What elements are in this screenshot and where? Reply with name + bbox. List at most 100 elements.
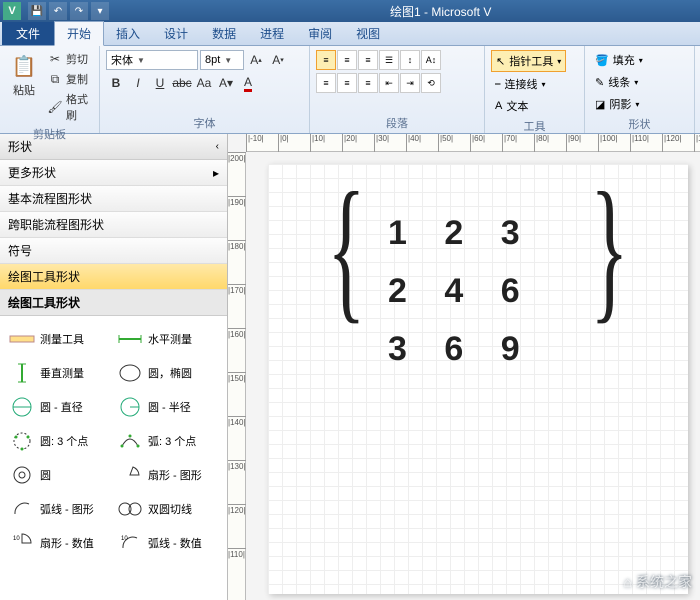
shape-vertical-measure[interactable]: 垂直测量 bbox=[4, 356, 112, 390]
cut-button[interactable]: ✂剪切 bbox=[46, 50, 93, 68]
line-button[interactable]: ✎线条▾ bbox=[591, 72, 647, 92]
text-direction-button[interactable]: A↕ bbox=[421, 50, 441, 70]
align-right-button[interactable]: ≡ bbox=[358, 73, 378, 93]
align-top-right-button[interactable]: ≡ bbox=[358, 50, 378, 70]
tab-file[interactable]: 文件 bbox=[2, 22, 54, 45]
chevron-left-icon[interactable]: ‹ bbox=[216, 141, 219, 152]
group-label-clipboard: 剪贴板 bbox=[6, 124, 93, 142]
save-icon[interactable]: 💾 bbox=[28, 2, 46, 20]
shape-ellipse[interactable]: 圆，椭圆 bbox=[112, 356, 220, 390]
ruler-vertical: |200||190||180||170||160||150||140||130|… bbox=[228, 152, 246, 600]
shape-sector-value[interactable]: 10扇形 - 数值 bbox=[4, 526, 112, 560]
textbox-button[interactable]: A文本 bbox=[491, 96, 566, 116]
chevron-down-icon: ▾ bbox=[634, 78, 638, 87]
font-size-button[interactable]: A▾ bbox=[216, 73, 236, 93]
align-left-button[interactable]: ≡ bbox=[316, 73, 336, 93]
shape-circle-diameter[interactable]: 圆 - 直径 bbox=[4, 390, 112, 424]
copy-button[interactable]: ⧉复制 bbox=[46, 70, 93, 88]
shapes-cat-more[interactable]: 更多形状▸ bbox=[0, 160, 227, 186]
align-top-center-button[interactable]: ≡ bbox=[337, 50, 357, 70]
chevron-down-icon: ▾ bbox=[635, 100, 639, 109]
shapes-cat-symbols[interactable]: 符号 bbox=[0, 238, 227, 264]
tab-insert[interactable]: 插入 bbox=[104, 22, 152, 45]
pen-icon: ✎ bbox=[595, 76, 604, 89]
shape-arc-value[interactable]: 10弧线 - 数值 bbox=[112, 526, 220, 560]
circle-3pt-icon bbox=[8, 430, 36, 452]
bullets-button[interactable]: ☰ bbox=[379, 50, 399, 70]
svg-text:10: 10 bbox=[121, 536, 128, 542]
group-label-font: 字体 bbox=[106, 113, 303, 131]
vertical-ruler-icon bbox=[8, 362, 36, 384]
shape-circle[interactable]: 圆 bbox=[4, 458, 112, 492]
double-circle-icon bbox=[116, 498, 144, 520]
strikethrough-button[interactable]: abc bbox=[172, 73, 192, 93]
shape-tangent-circles[interactable]: 双圆切线 bbox=[112, 492, 220, 526]
ruler-icon bbox=[8, 328, 36, 350]
pointer-tool-button[interactable]: ↖指针工具▾ bbox=[491, 50, 566, 72]
tab-view[interactable]: 视图 bbox=[344, 22, 392, 45]
shape-circle-3points[interactable]: 圆: 3 个点 bbox=[4, 424, 112, 458]
tab-design[interactable]: 设计 bbox=[152, 22, 200, 45]
align-top-left-button[interactable]: ≡ bbox=[316, 50, 336, 70]
line-spacing-button[interactable]: ↕ bbox=[400, 50, 420, 70]
connector-icon: ⎯ bbox=[495, 78, 501, 91]
shadow-button[interactable]: ◪阴影▾ bbox=[591, 94, 647, 114]
shadow-icon: ◪ bbox=[595, 98, 605, 111]
canvas-area[interactable]: |-10||0||10||20||30||40||50||60||70||80|… bbox=[228, 134, 700, 600]
watermark: ⌂ 系统之家 bbox=[624, 572, 692, 592]
bold-button[interactable]: B bbox=[106, 73, 126, 93]
font-family-combo[interactable]: 宋体▼ bbox=[106, 50, 198, 70]
format-painter-button[interactable]: 🖌格式刷 bbox=[46, 90, 93, 124]
ribbon-group-clipboard: 📋 粘贴 ✂剪切 ⧉复制 🖌格式刷 剪贴板 bbox=[0, 46, 100, 133]
fill-button[interactable]: 🪣填充▾ bbox=[591, 50, 647, 70]
rotate-text-button[interactable]: ⟲ bbox=[421, 73, 441, 93]
undo-icon[interactable]: ↶ bbox=[49, 2, 67, 20]
paste-icon: 📋 bbox=[10, 52, 38, 80]
font-color-button[interactable]: A bbox=[238, 73, 258, 93]
sector-value-icon: 10 bbox=[8, 532, 36, 554]
align-center-button[interactable]: ≡ bbox=[337, 73, 357, 93]
cursor-icon: ↖ bbox=[496, 55, 505, 68]
ribbon-group-shape: 🪣填充▾ ✎线条▾ ◪阴影▾ 形状 bbox=[585, 46, 695, 133]
shape-arc-graphic[interactable]: 弧线 - 图形 bbox=[4, 492, 112, 526]
drawing-page[interactable]: { } 1 2 32 4 63 6 9 bbox=[268, 164, 688, 594]
brush-icon: 🖌 bbox=[48, 100, 62, 114]
redo-icon[interactable]: ↷ bbox=[70, 2, 88, 20]
shrink-font-button[interactable]: A▾ bbox=[268, 50, 288, 70]
ribbon-group-tools: ↖指针工具▾ ⎯连接线▾ A文本 工具 bbox=[485, 46, 585, 133]
grow-font-button[interactable]: A▴ bbox=[246, 50, 266, 70]
shapes-cat-drawing-tools[interactable]: 绘图工具形状 bbox=[0, 264, 227, 290]
ruler-horizontal: |-10||0||10||20||30||40||50||60||70||80|… bbox=[246, 134, 700, 152]
shape-circle-radius[interactable]: 圆 - 半径 bbox=[112, 390, 220, 424]
font-size-combo[interactable]: 8pt▼ bbox=[200, 50, 244, 70]
titlebar: V 💾 ↶ ↷ ▾ 绘图1 - Microsoft V bbox=[0, 0, 700, 22]
increase-indent-button[interactable]: ⇥ bbox=[400, 73, 420, 93]
sector-icon bbox=[116, 464, 144, 486]
shape-sector-graphic[interactable]: 扇形 - 图形 bbox=[112, 458, 220, 492]
shapes-cat-basic-flowchart[interactable]: 基本流程图形状 bbox=[0, 186, 227, 212]
italic-button[interactable]: I bbox=[128, 73, 148, 93]
shape-list: 测量工具 水平测量 垂直测量 圆，椭圆 圆 - 直径 圆 - 半径 圆: 3 个… bbox=[0, 316, 227, 600]
text-icon: A bbox=[495, 100, 502, 112]
decrease-indent-button[interactable]: ⇤ bbox=[379, 73, 399, 93]
tab-data[interactable]: 数据 bbox=[200, 22, 248, 45]
tab-process[interactable]: 进程 bbox=[248, 22, 296, 45]
tab-review[interactable]: 审阅 bbox=[296, 22, 344, 45]
shape-measure-tool[interactable]: 测量工具 bbox=[4, 322, 112, 356]
qat-customize-icon[interactable]: ▾ bbox=[91, 2, 109, 20]
underline-button[interactable]: U bbox=[150, 73, 170, 93]
matrix-content: 1 2 32 4 63 6 9 bbox=[388, 204, 534, 378]
shape-horizontal-measure[interactable]: 水平测量 bbox=[112, 322, 220, 356]
ribbon: 📋 粘贴 ✂剪切 ⧉复制 🖌格式刷 剪贴板 宋体▼ 8pt▼ A▴ A▾ bbox=[0, 46, 700, 134]
tab-home[interactable]: 开始 bbox=[54, 21, 104, 46]
bucket-icon: 🪣 bbox=[595, 54, 609, 67]
change-case-button[interactable]: Aa bbox=[194, 73, 214, 93]
circle-diameter-icon bbox=[8, 396, 36, 418]
shape-arc-3points[interactable]: 弧: 3 个点 bbox=[112, 424, 220, 458]
shapes-cat-crossfunctional[interactable]: 跨职能流程图形状 bbox=[0, 212, 227, 238]
group-label-shape: 形状 bbox=[591, 114, 688, 132]
ribbon-group-paragraph: ≡ ≡ ≡ ☰ ↕ A↕ ≡ ≡ ≡ ⇤ ⇥ ⟲ 段落 bbox=[310, 46, 485, 133]
left-brace-icon: { bbox=[327, 156, 365, 341]
paste-button[interactable]: 📋 粘贴 bbox=[6, 50, 42, 100]
connector-button[interactable]: ⎯连接线▾ bbox=[491, 74, 566, 94]
